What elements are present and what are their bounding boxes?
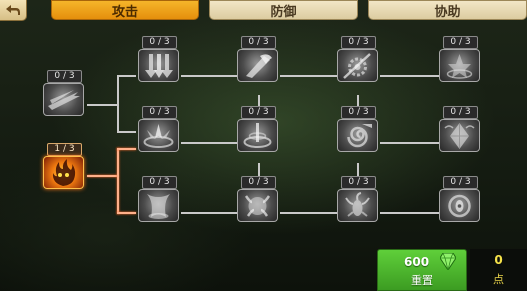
gear-slash-icon xyxy=(337,49,378,82)
skill-node[interactable]: 0 / 3 xyxy=(136,176,181,222)
skill-node[interactable]: 0 / 3 xyxy=(41,70,86,116)
skill-level-badge: 1 / 3 xyxy=(47,143,82,156)
skill-points-display: 0 点 xyxy=(470,249,527,291)
diamond-shard-icon xyxy=(439,119,480,152)
skill-node[interactable]: 0 / 3 xyxy=(335,36,380,82)
skill-node[interactable]: 0 / 3 xyxy=(235,36,280,82)
axe-blade-icon xyxy=(237,49,278,82)
skill-level-badge: 0 / 3 xyxy=(443,36,478,49)
skill-points-value: 0 xyxy=(494,253,503,267)
back-button[interactable] xyxy=(0,0,27,21)
mystic-circle-icon xyxy=(439,49,480,82)
skill-node[interactable]: 0 / 3 xyxy=(235,106,280,152)
skill-node[interactable]: 0 / 3 xyxy=(136,36,181,82)
reset-button[interactable]: 600 重置 xyxy=(377,249,467,291)
skill-node[interactable]: 0 / 3 xyxy=(235,176,280,222)
skill-level-badge: 0 / 3 xyxy=(241,106,276,119)
eye-ring-icon xyxy=(439,189,480,222)
tab-defense[interactable]: 防御 xyxy=(209,0,358,20)
skill-node[interactable]: 0 / 3 xyxy=(437,176,482,222)
back-arrow-icon xyxy=(6,5,20,15)
whirlwind-icon xyxy=(237,119,278,152)
skill-level-badge: 0 / 3 xyxy=(142,176,177,189)
vortex-icon xyxy=(138,189,179,222)
skill-level-badge: 0 / 3 xyxy=(341,36,376,49)
reset-label: 重置 xyxy=(411,274,433,287)
skill-level-badge: 0 / 3 xyxy=(443,106,478,119)
tab-attack[interactable]: 攻击 xyxy=(51,0,199,20)
skill-node[interactable]: 0 / 3 xyxy=(437,36,482,82)
scorpion-icon xyxy=(337,189,378,222)
spiral-strike-icon xyxy=(337,119,378,152)
skill-node[interactable]: 0 / 3 xyxy=(437,106,482,152)
skill-level-badge: 0 / 3 xyxy=(142,36,177,49)
tab-assist[interactable]: 协助 xyxy=(368,0,527,20)
reset-cost: 600 xyxy=(404,255,430,269)
skill-level-badge: 0 / 3 xyxy=(443,176,478,189)
triple-arrow-icon xyxy=(138,49,179,82)
lotus-burst-icon xyxy=(138,119,179,152)
skill-level-badge: 0 / 3 xyxy=(142,106,177,119)
skill-level-badge: 0 / 3 xyxy=(241,36,276,49)
skill-level-badge: 0 / 3 xyxy=(341,106,376,119)
skill-points-label: 点 xyxy=(493,273,504,286)
skill-level-badge: 0 / 3 xyxy=(47,70,82,83)
claw-grip-icon xyxy=(237,189,278,222)
skill-node[interactable]: 1 / 3 xyxy=(41,143,86,189)
skill-level-badge: 0 / 3 xyxy=(241,176,276,189)
gem-icon xyxy=(440,253,456,270)
skill-node[interactable]: 0 / 3 xyxy=(136,106,181,152)
flame-demon-icon xyxy=(43,156,84,189)
skill-node[interactable]: 0 / 3 xyxy=(335,176,380,222)
skill-node[interactable]: 0 / 3 xyxy=(335,106,380,152)
wind-slash-icon xyxy=(43,83,84,116)
skill-level-badge: 0 / 3 xyxy=(341,176,376,189)
